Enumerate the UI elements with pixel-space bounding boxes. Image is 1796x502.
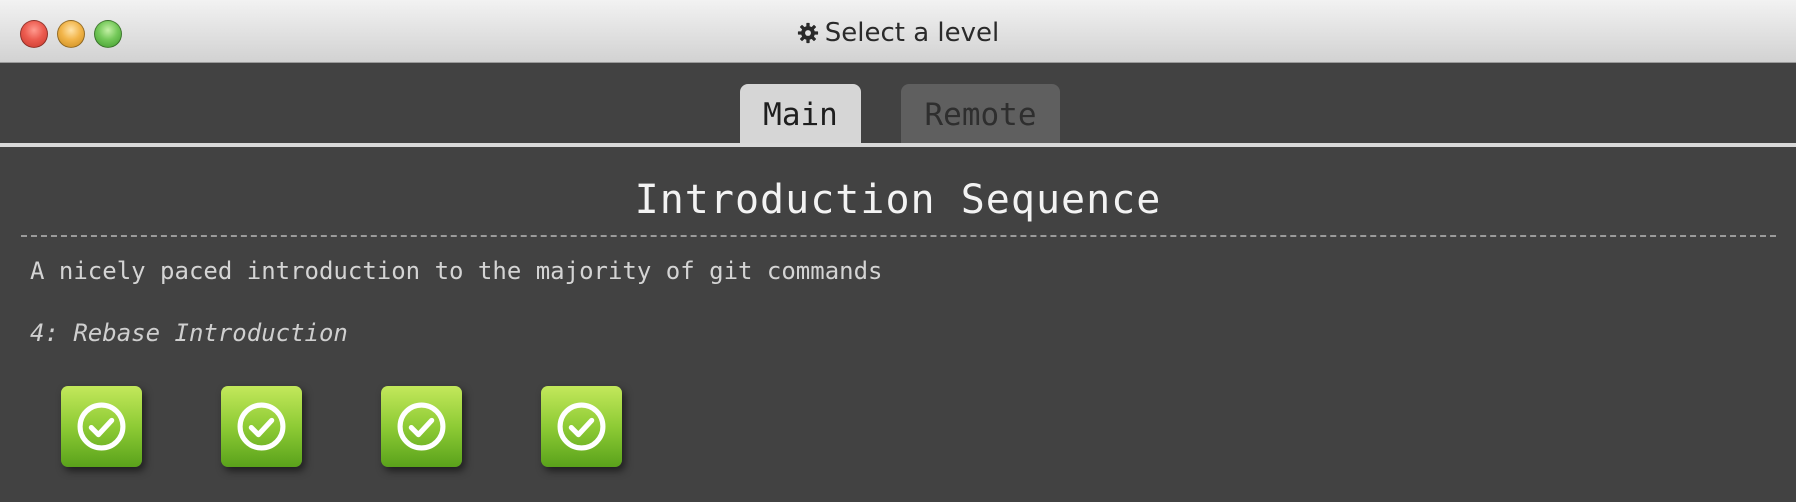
window-title: Select a level — [0, 17, 1796, 49]
gear-icon — [797, 20, 819, 44]
level-select-window: Select a level Main Remote Introduction … — [0, 0, 1796, 502]
tab-divider — [0, 143, 1796, 147]
selected-level-name: 4: Rebase Introduction — [30, 319, 348, 347]
sequence-title: Introduction Sequence — [634, 177, 1162, 223]
checkmark-circle-icon — [237, 402, 286, 451]
checkmark-circle-icon — [557, 402, 606, 451]
checkmark-circle-icon — [397, 402, 446, 451]
level-4-button[interactable] — [541, 386, 622, 467]
level-list — [61, 386, 661, 468]
dashed-divider — [21, 235, 1776, 237]
tab-bar: Main Remote — [0, 84, 1796, 144]
window-title-text: Select a level — [824, 18, 1000, 48]
sequence-description: A nicely paced introduction to the major… — [30, 257, 883, 285]
level-1-button[interactable] — [61, 386, 142, 467]
tab-main[interactable]: Main — [740, 84, 861, 144]
checkmark-circle-icon — [77, 402, 126, 451]
tab-remote[interactable]: Remote — [901, 84, 1060, 144]
level-2-button[interactable] — [221, 386, 302, 467]
title-bar: Select a level — [0, 0, 1796, 63]
level-3-button[interactable] — [381, 386, 462, 467]
